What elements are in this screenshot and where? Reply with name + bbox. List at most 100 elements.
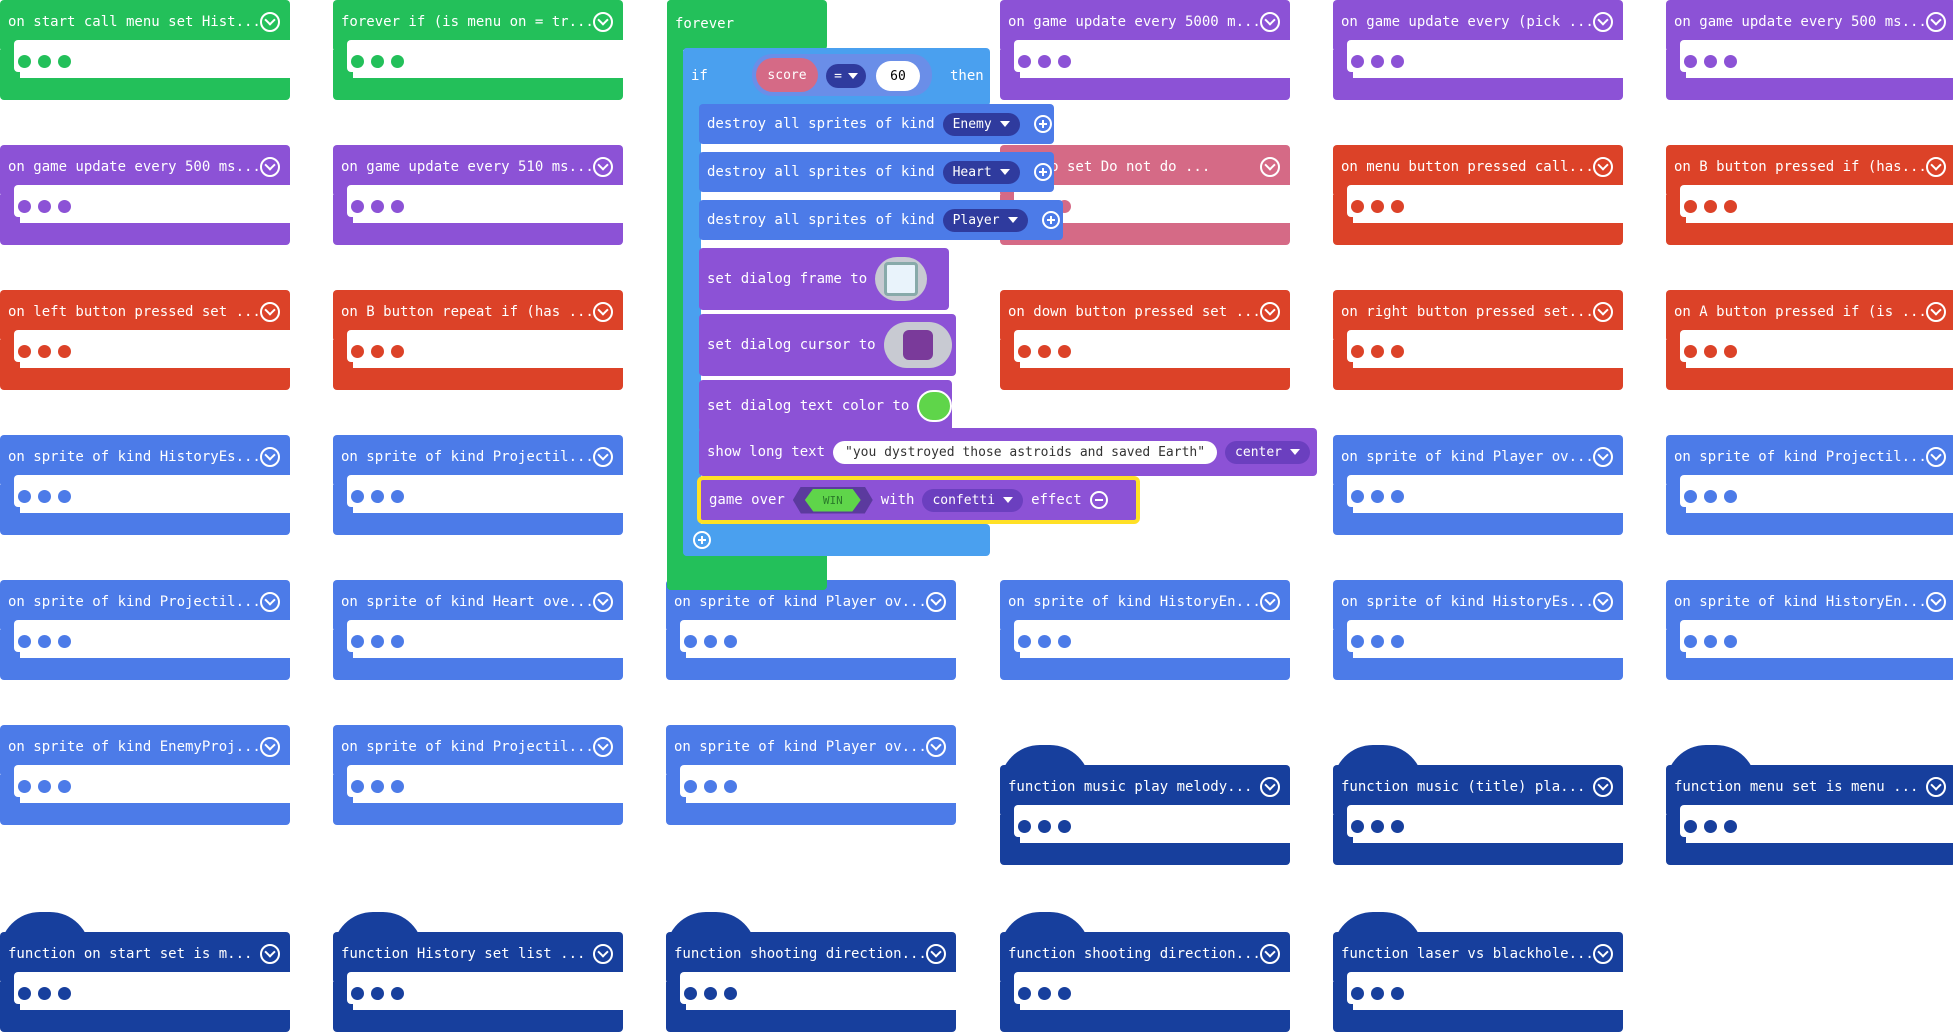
collapsed-dots-icon[interactable] xyxy=(1018,987,1071,1000)
expand-chevron-icon[interactable] xyxy=(593,737,613,757)
collapsed-dots-icon[interactable] xyxy=(351,55,404,68)
expand-chevron-icon[interactable] xyxy=(260,737,280,757)
collapsed-dots-icon[interactable] xyxy=(1351,987,1404,1000)
collapsed-dots-icon[interactable] xyxy=(18,987,71,1000)
event-block[interactable]: on sprite of kind Player ov... xyxy=(1333,435,1623,535)
expand-chevron-icon[interactable] xyxy=(260,944,280,964)
set-dialog-cursor-block[interactable]: set dialog cursor to xyxy=(699,314,956,376)
frame-image-icon[interactable] xyxy=(875,257,928,301)
expand-chevron-icon[interactable] xyxy=(593,447,613,467)
collapsed-dots-icon[interactable] xyxy=(351,200,404,213)
expand-chevron-icon[interactable] xyxy=(593,12,613,32)
event-block[interactable]: function laser vs blackhole... xyxy=(1333,912,1623,1032)
expand-chevron-icon[interactable] xyxy=(1593,777,1613,797)
event-block[interactable]: function History set list ... xyxy=(333,912,623,1032)
collapsed-dots-icon[interactable] xyxy=(18,780,71,793)
expand-chevron-icon[interactable] xyxy=(260,12,280,32)
collapsed-dots-icon[interactable] xyxy=(684,780,737,793)
show-long-text-block[interactable]: show long text "you dystroyed those astr… xyxy=(699,428,1317,476)
event-block[interactable]: on sprite of kind HistoryEs... xyxy=(0,435,290,535)
game-over-block[interactable]: game over WIN with confetti effect xyxy=(697,476,1140,524)
event-block[interactable]: on game update every (pick ... xyxy=(1333,0,1623,100)
expand-chevron-icon[interactable] xyxy=(1593,447,1613,467)
operator-dropdown[interactable]: = xyxy=(826,64,866,88)
destroy-heart-block[interactable]: destroy all sprites of kind Heart xyxy=(699,152,1054,192)
collapsed-dots-icon[interactable] xyxy=(351,635,404,648)
expand-chevron-icon[interactable] xyxy=(1260,944,1280,964)
message-input[interactable]: "you dystroyed those astroids and saved … xyxy=(833,440,1218,464)
event-block[interactable]: on right button pressed set... xyxy=(1333,290,1623,390)
collapsed-dots-icon[interactable] xyxy=(1684,55,1737,68)
destroy-enemy-block[interactable]: destroy all sprites of kind Enemy xyxy=(699,104,1054,144)
collapsed-dots-icon[interactable] xyxy=(1351,635,1404,648)
event-block[interactable]: on sprite of kind Projectil... xyxy=(333,435,623,535)
destroy-player-block[interactable]: destroy all sprites of kind Player xyxy=(699,200,1063,240)
collapsed-dots-icon[interactable] xyxy=(1351,55,1404,68)
expand-chevron-icon[interactable] xyxy=(260,447,280,467)
effect-dropdown[interactable]: confetti xyxy=(922,488,1024,512)
event-block[interactable]: function music (title) pla... xyxy=(1333,745,1623,865)
collapsed-dots-icon[interactable] xyxy=(1684,490,1737,503)
set-dialog-frame-block[interactable]: set dialog frame to xyxy=(699,248,949,310)
event-block[interactable]: on game update every 500 ms... xyxy=(1666,0,1953,100)
expand-chevron-icon[interactable] xyxy=(1593,12,1613,32)
expand-chevron-icon[interactable] xyxy=(1926,592,1946,612)
cursor-image-icon[interactable] xyxy=(883,322,952,368)
event-block[interactable]: on down button pressed set ... xyxy=(1000,290,1290,390)
collapsed-dots-icon[interactable] xyxy=(18,490,71,503)
expand-chevron-icon[interactable] xyxy=(1926,302,1946,322)
expand-chevron-icon[interactable] xyxy=(1593,592,1613,612)
expand-chevron-icon[interactable] xyxy=(1260,302,1280,322)
expand-chevron-icon[interactable] xyxy=(1593,944,1613,964)
event-block[interactable]: on sprite of kind Player ov... xyxy=(666,580,956,680)
event-block[interactable]: on sprite of kind Player ov... xyxy=(666,725,956,825)
collapsed-dots-icon[interactable] xyxy=(684,635,737,648)
collapsed-dots-icon[interactable] xyxy=(1684,345,1737,358)
event-block[interactable]: on sprite of kind Projectil... xyxy=(1666,435,1953,535)
event-block[interactable]: on B button repeat if (has ... xyxy=(333,290,623,390)
expand-chevron-icon[interactable] xyxy=(1260,157,1280,177)
collapsed-dots-icon[interactable] xyxy=(1351,490,1404,503)
expand-chevron-icon[interactable] xyxy=(1926,777,1946,797)
event-block[interactable]: on sprite of kind HistoryEs... xyxy=(1333,580,1623,680)
expand-chevron-icon[interactable] xyxy=(593,302,613,322)
expand-chevron-icon[interactable] xyxy=(1593,302,1613,322)
collapsed-dots-icon[interactable] xyxy=(18,635,71,648)
collapsed-dots-icon[interactable] xyxy=(18,345,71,358)
event-block[interactable]: forever if (is menu on = tr... xyxy=(333,0,623,100)
expand-chevron-icon[interactable] xyxy=(593,157,613,177)
event-block[interactable]: on sprite of kind HistoryEn... xyxy=(1666,580,1953,680)
event-block[interactable]: on game update every 500 ms... xyxy=(0,145,290,245)
collapsed-dots-icon[interactable] xyxy=(1018,55,1071,68)
collapsed-dots-icon[interactable] xyxy=(18,55,71,68)
collapsed-dots-icon[interactable] xyxy=(1684,200,1737,213)
add-icon[interactable] xyxy=(1033,163,1052,181)
kind-dropdown-player[interactable]: Player xyxy=(942,208,1028,232)
event-block[interactable]: on B button pressed if (has... xyxy=(1666,145,1953,245)
event-block[interactable]: on left button pressed set ... xyxy=(0,290,290,390)
score-variable[interactable]: score xyxy=(756,58,818,92)
event-block[interactable]: function shooting direction... xyxy=(1000,912,1290,1032)
expand-chevron-icon[interactable] xyxy=(1260,12,1280,32)
collapsed-dots-icon[interactable] xyxy=(1018,345,1071,358)
event-block[interactable]: on game update every 510 ms... xyxy=(333,145,623,245)
event-block[interactable]: on sprite of kind Heart ove... xyxy=(333,580,623,680)
color-swatch[interactable] xyxy=(917,390,952,422)
event-block[interactable]: on sprite of kind Projectil... xyxy=(333,725,623,825)
event-block[interactable]: on sprite of kind Projectil... xyxy=(0,580,290,680)
kind-dropdown-heart[interactable]: Heart xyxy=(942,160,1020,184)
event-block[interactable]: function on start set is m... xyxy=(0,912,290,1032)
collapsed-dots-icon[interactable] xyxy=(18,200,71,213)
event-block[interactable]: on A button pressed if (is ... xyxy=(1666,290,1953,390)
expand-chevron-icon[interactable] xyxy=(1926,447,1946,467)
event-block[interactable]: on start call menu set Hist... xyxy=(0,0,290,100)
collapsed-dots-icon[interactable] xyxy=(351,780,404,793)
expand-chevron-icon[interactable] xyxy=(926,944,946,964)
expand-chevron-icon[interactable] xyxy=(926,737,946,757)
collapsed-dots-icon[interactable] xyxy=(684,987,737,1000)
expand-chevron-icon[interactable] xyxy=(593,592,613,612)
collapsed-dots-icon[interactable] xyxy=(1018,820,1071,833)
event-block[interactable]: on sprite of kind EnemyProj... xyxy=(0,725,290,825)
win-toggle[interactable]: WIN xyxy=(792,486,873,514)
event-block[interactable]: function menu set is menu ... xyxy=(1666,745,1953,865)
